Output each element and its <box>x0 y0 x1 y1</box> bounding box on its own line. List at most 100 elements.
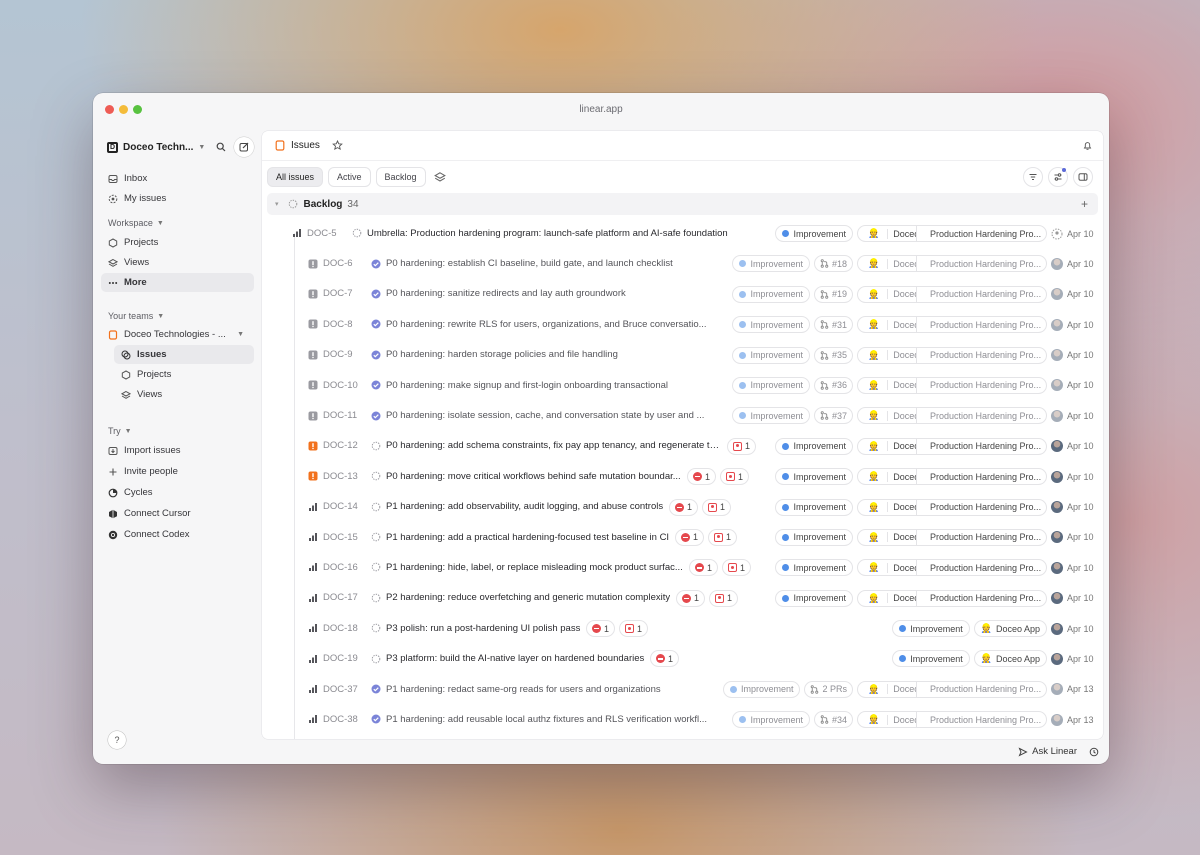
assignee-avatar[interactable] <box>1051 652 1063 665</box>
issue-row[interactable]: DOC-8 P0 hardening: rewrite RLS for users… <box>262 309 1103 339</box>
issue-row[interactable]: DOC-17 P2 hardening: reduce overfetching … <box>262 583 1103 613</box>
assignee-avatar[interactable] <box>1051 592 1063 605</box>
team-project-chip[interactable]: 👷 Doceo ... Production Hardening Pro... <box>857 680 1047 698</box>
priority-indicator[interactable] <box>307 440 318 451</box>
teams-section-header[interactable]: Your teams ▼ <box>108 311 164 321</box>
tab-backlog[interactable]: Backlog <box>375 167 426 187</box>
ask-linear-button[interactable]: Ask Linear <box>1018 746 1077 757</box>
priority-indicator[interactable] <box>291 228 302 239</box>
pull-request-chip[interactable]: #19 <box>813 285 853 303</box>
label-chip[interactable]: Improvement <box>775 589 853 607</box>
label-chip[interactable]: Improvement <box>732 407 810 425</box>
tab-active[interactable]: Active <box>328 167 371 187</box>
team-project-chip[interactable]: 👷 Doceo ... Production Hardening Pro... <box>857 559 1047 577</box>
group-header-backlog[interactable]: ▾ Backlog 34 + <box>267 193 1098 215</box>
priority-indicator[interactable] <box>307 380 318 391</box>
priority-indicator[interactable] <box>307 592 318 603</box>
issue-row[interactable]: DOC-14 P1 hardening: add observability, a… <box>262 492 1103 522</box>
priority-indicator[interactable] <box>307 501 318 512</box>
blocked-count-chip[interactable]: 1 <box>722 559 752 577</box>
label-chip[interactable]: Improvement <box>775 528 853 546</box>
priority-indicator[interactable] <box>307 714 318 725</box>
label-chip[interactable]: Improvement <box>892 620 970 638</box>
blocking-count-chip[interactable]: 1 <box>650 650 680 668</box>
pull-request-chip[interactable]: #34 <box>813 711 853 729</box>
status-indicator[interactable] <box>371 562 381 572</box>
blocking-count-chip[interactable]: 1 <box>687 468 717 486</box>
priority-indicator[interactable] <box>307 349 318 360</box>
team-chip[interactable]: 👷 Doceo App <box>973 620 1047 638</box>
issue-row[interactable]: DOC-19 P3 platform: build the AI-native l… <box>262 643 1103 673</box>
history-icon[interactable] <box>1089 747 1099 757</box>
blocked-count-chip[interactable]: 1 <box>619 620 649 638</box>
label-chip[interactable]: Improvement <box>775 498 853 516</box>
blocked-count-chip[interactable]: 1 <box>720 468 750 486</box>
filter-button[interactable] <box>1023 167 1043 187</box>
sidebar-item-connect-codex[interactable]: Connect Codex <box>101 525 254 544</box>
team-project-chip[interactable]: 👷 Doceo ... Production Hardening Pro... <box>857 468 1047 486</box>
assignee-avatar[interactable] <box>1051 531 1063 544</box>
status-indicator[interactable] <box>371 532 381 542</box>
team-project-chip[interactable]: 👷 Doceo ... Production Hardening Pro... <box>857 711 1047 729</box>
issue-row[interactable]: DOC-10 P0 hardening: make signup and firs… <box>262 370 1103 400</box>
status-indicator[interactable] <box>371 654 381 664</box>
status-indicator[interactable] <box>371 441 381 451</box>
display-options-button[interactable] <box>1048 167 1068 187</box>
status-indicator[interactable] <box>352 228 362 238</box>
blocking-count-chip[interactable]: 1 <box>586 620 616 638</box>
assignee-avatar[interactable] <box>1051 288 1063 301</box>
team-project-chip[interactable]: 👷 Doceo ... Production Hardening Pro... <box>857 437 1047 455</box>
priority-indicator[interactable] <box>307 410 318 421</box>
search-button[interactable] <box>211 137 231 157</box>
pull-request-chip[interactable]: #35 <box>813 346 853 364</box>
team-project-chip[interactable]: 👷 Doceo ... Production Hardening Pro... <box>857 376 1047 394</box>
sidebar-item-team-projects[interactable]: Projects <box>114 365 254 384</box>
assignee-avatar[interactable] <box>1051 379 1063 392</box>
issue-row[interactable]: DOC-5 Umbrella: Production hardening prog… <box>262 218 1103 248</box>
assignee-avatar[interactable] <box>1051 683 1063 696</box>
assignee-avatar[interactable] <box>1051 561 1063 574</box>
assignee-avatar[interactable] <box>1051 409 1063 422</box>
team-project-chip[interactable]: 👷 Doceo ... Production Hardening Pro... <box>857 316 1047 334</box>
collapse-chevron-icon[interactable]: ▾ <box>275 200 279 208</box>
sidebar-item-inbox[interactable]: Inbox <box>101 169 254 188</box>
sidebar-item-cycles[interactable]: Cycles <box>101 483 254 502</box>
notifications-bell-icon[interactable] <box>1082 140 1093 151</box>
issue-row[interactable]: DOC-12 P0 hardening: add schema constrain… <box>262 431 1103 461</box>
blocking-count-chip[interactable]: 1 <box>689 559 719 577</box>
blocked-count-chip[interactable]: 1 <box>702 498 732 516</box>
workspace-switcher[interactable]: D Doceo Techn... ▼ <box>107 141 205 153</box>
status-indicator[interactable] <box>371 350 381 360</box>
issue-row[interactable]: DOC-6 P0 hardening: establish CI baseline… <box>262 248 1103 278</box>
team-project-chip[interactable]: 👷 Doceo ... Production Hardening Pro... <box>857 285 1047 303</box>
label-chip[interactable]: Improvement <box>775 559 853 577</box>
blocking-count-chip[interactable]: 1 <box>676 589 706 607</box>
label-chip[interactable]: Improvement <box>722 680 801 698</box>
status-indicator[interactable] <box>371 411 381 421</box>
sidebar-item-invite-people[interactable]: Invite people <box>101 462 254 481</box>
label-chip[interactable]: Improvement <box>732 711 810 729</box>
sidebar-item-my-issues[interactable]: My issues <box>101 189 254 208</box>
issue-row[interactable]: DOC-18 P3 polish: run a post-hardening UI… <box>262 613 1103 643</box>
assignee-avatar[interactable] <box>1051 318 1063 331</box>
sidebar-item-import-issues[interactable]: Import issues <box>101 441 254 460</box>
team-project-chip[interactable]: 👷 Doceo ... Production Hardening Pro... <box>857 407 1047 425</box>
status-indicator[interactable] <box>371 380 381 390</box>
status-indicator[interactable] <box>371 684 381 694</box>
priority-indicator[interactable] <box>307 532 318 543</box>
issue-row[interactable]: DOC-15 P1 hardening: add a practical hard… <box>262 522 1103 552</box>
status-indicator[interactable] <box>371 289 381 299</box>
label-chip[interactable]: Improvement <box>775 437 853 455</box>
team-doceo-technologies[interactable]: Doceo Technologies - ... ▼ <box>101 325 254 344</box>
team-chip[interactable]: 👷 Doceo App <box>973 650 1047 668</box>
blocked-count-chip[interactable]: 1 <box>727 437 757 455</box>
status-indicator[interactable] <box>371 593 381 603</box>
issue-row[interactable]: DOC-37 P1 hardening: redact same-org read… <box>262 674 1103 704</box>
status-indicator[interactable] <box>371 714 381 724</box>
tab-all-issues[interactable]: All issues <box>267 167 324 187</box>
sidebar-item-team-views[interactable]: Views <box>114 385 254 404</box>
team-project-chip[interactable]: 👷 Doceo ... Production Hardening Pro... <box>857 589 1047 607</box>
label-chip[interactable]: Improvement <box>732 255 810 273</box>
priority-indicator[interactable] <box>307 471 318 482</box>
status-indicator[interactable] <box>371 471 381 481</box>
